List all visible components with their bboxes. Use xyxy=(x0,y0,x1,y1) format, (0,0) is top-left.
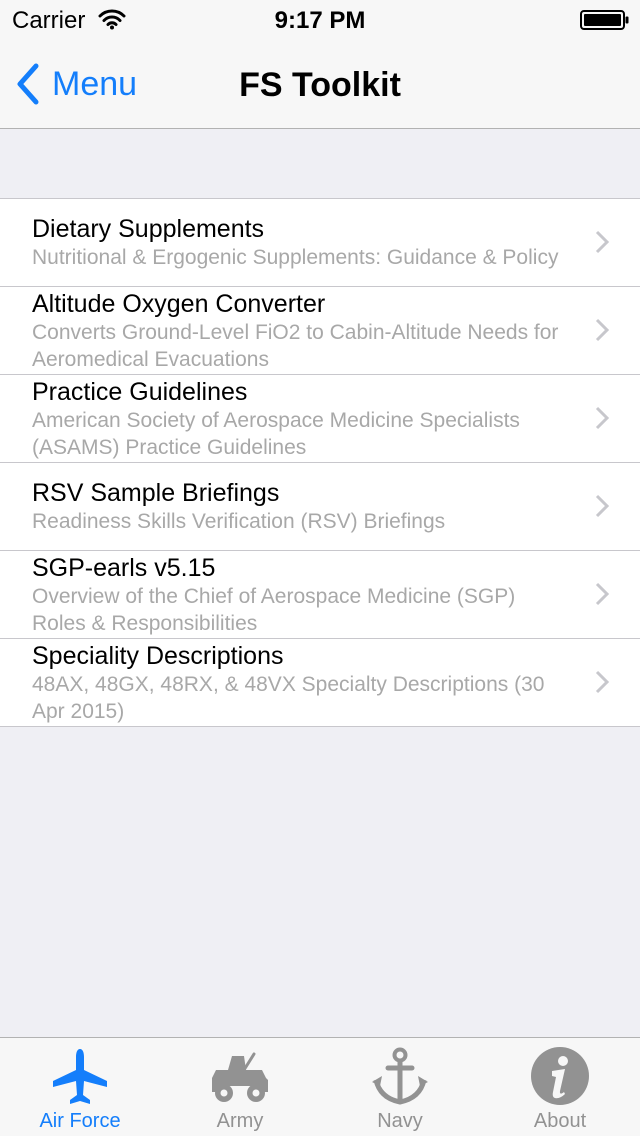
chevron-right-icon xyxy=(595,582,610,606)
list-item-title: SGP-earls v5.15 xyxy=(32,553,216,582)
list-item-subtitle: Nutritional & Ergogenic Supplements: Gui… xyxy=(32,246,559,269)
list-item-dietary-supplements[interactable]: Dietary Supplements Nutritional & Ergoge… xyxy=(0,199,640,287)
tab-label: Navy xyxy=(377,1110,423,1132)
chevron-right-icon xyxy=(595,406,610,430)
status-time: 9:17 PM xyxy=(274,7,366,34)
tab-navy[interactable]: Navy xyxy=(320,1038,480,1136)
list-item-subtitle: Overview of the Chief of Aerospace Medic… xyxy=(32,584,516,635)
tab-label: Army xyxy=(216,1110,264,1132)
battery-icon xyxy=(580,10,629,30)
list-item-practice-guidelines[interactable]: Practice Guidelines American Society of … xyxy=(0,375,640,463)
chevron-right-icon xyxy=(595,494,610,518)
chevron-right-icon xyxy=(595,230,610,254)
tab-label: Air Force xyxy=(39,1110,121,1132)
tab-about[interactable]: About xyxy=(480,1038,640,1136)
list-item-rsv-sample-briefings[interactable]: RSV Sample Briefings Readiness Skills Ve… xyxy=(0,463,640,551)
list-item-speciality-descriptions[interactable]: Speciality Descriptions 48AX, 48GX, 48RX… xyxy=(0,639,640,726)
list-item-sgp-earls[interactable]: SGP-earls v5.15 Overview of the Chief of… xyxy=(0,551,640,639)
chevron-right-icon xyxy=(595,318,610,342)
list-item-title: RSV Sample Briefings xyxy=(32,479,280,507)
anchor-icon xyxy=(372,1047,428,1105)
info-icon xyxy=(531,1047,589,1105)
airplane-icon xyxy=(53,1049,107,1104)
page-title: FS Toolkit xyxy=(239,66,401,104)
list-item-title: Dietary Supplements xyxy=(32,215,265,243)
list-item-title: Speciality Descriptions xyxy=(32,641,284,670)
chevron-right-icon xyxy=(595,670,610,694)
status-bar: Carrier 9:17 PM xyxy=(0,0,640,40)
list-item-subtitle: Readiness Skills Verification (RSV) Brie… xyxy=(32,510,446,533)
navigation-bar: Menu FS Toolkit xyxy=(0,40,640,129)
tab-army[interactable]: Army xyxy=(160,1038,320,1136)
list-item-title: Altitude Oxygen Converter xyxy=(32,289,326,318)
jeep-icon xyxy=(212,1052,268,1102)
list-item-title: Practice Guidelines xyxy=(32,377,248,406)
toolkit-list: Dietary Supplements Nutritional & Ergoge… xyxy=(0,198,640,727)
tab-bar: Air Force Army Navy About xyxy=(0,1037,640,1136)
list-item-altitude-oxygen-converter[interactable]: Altitude Oxygen Converter Converts Groun… xyxy=(0,287,640,375)
list-item-subtitle: 48AX, 48GX, 48RX, & 48VX Specialty Descr… xyxy=(32,672,545,723)
list-item-subtitle: American Society of Aerospace Medicine S… xyxy=(32,408,520,459)
tab-label: About xyxy=(533,1110,587,1132)
tab-air-force[interactable]: Air Force xyxy=(0,1038,160,1136)
list-item-subtitle: Converts Ground-Level FiO2 to Cabin-Alti… xyxy=(32,320,559,371)
